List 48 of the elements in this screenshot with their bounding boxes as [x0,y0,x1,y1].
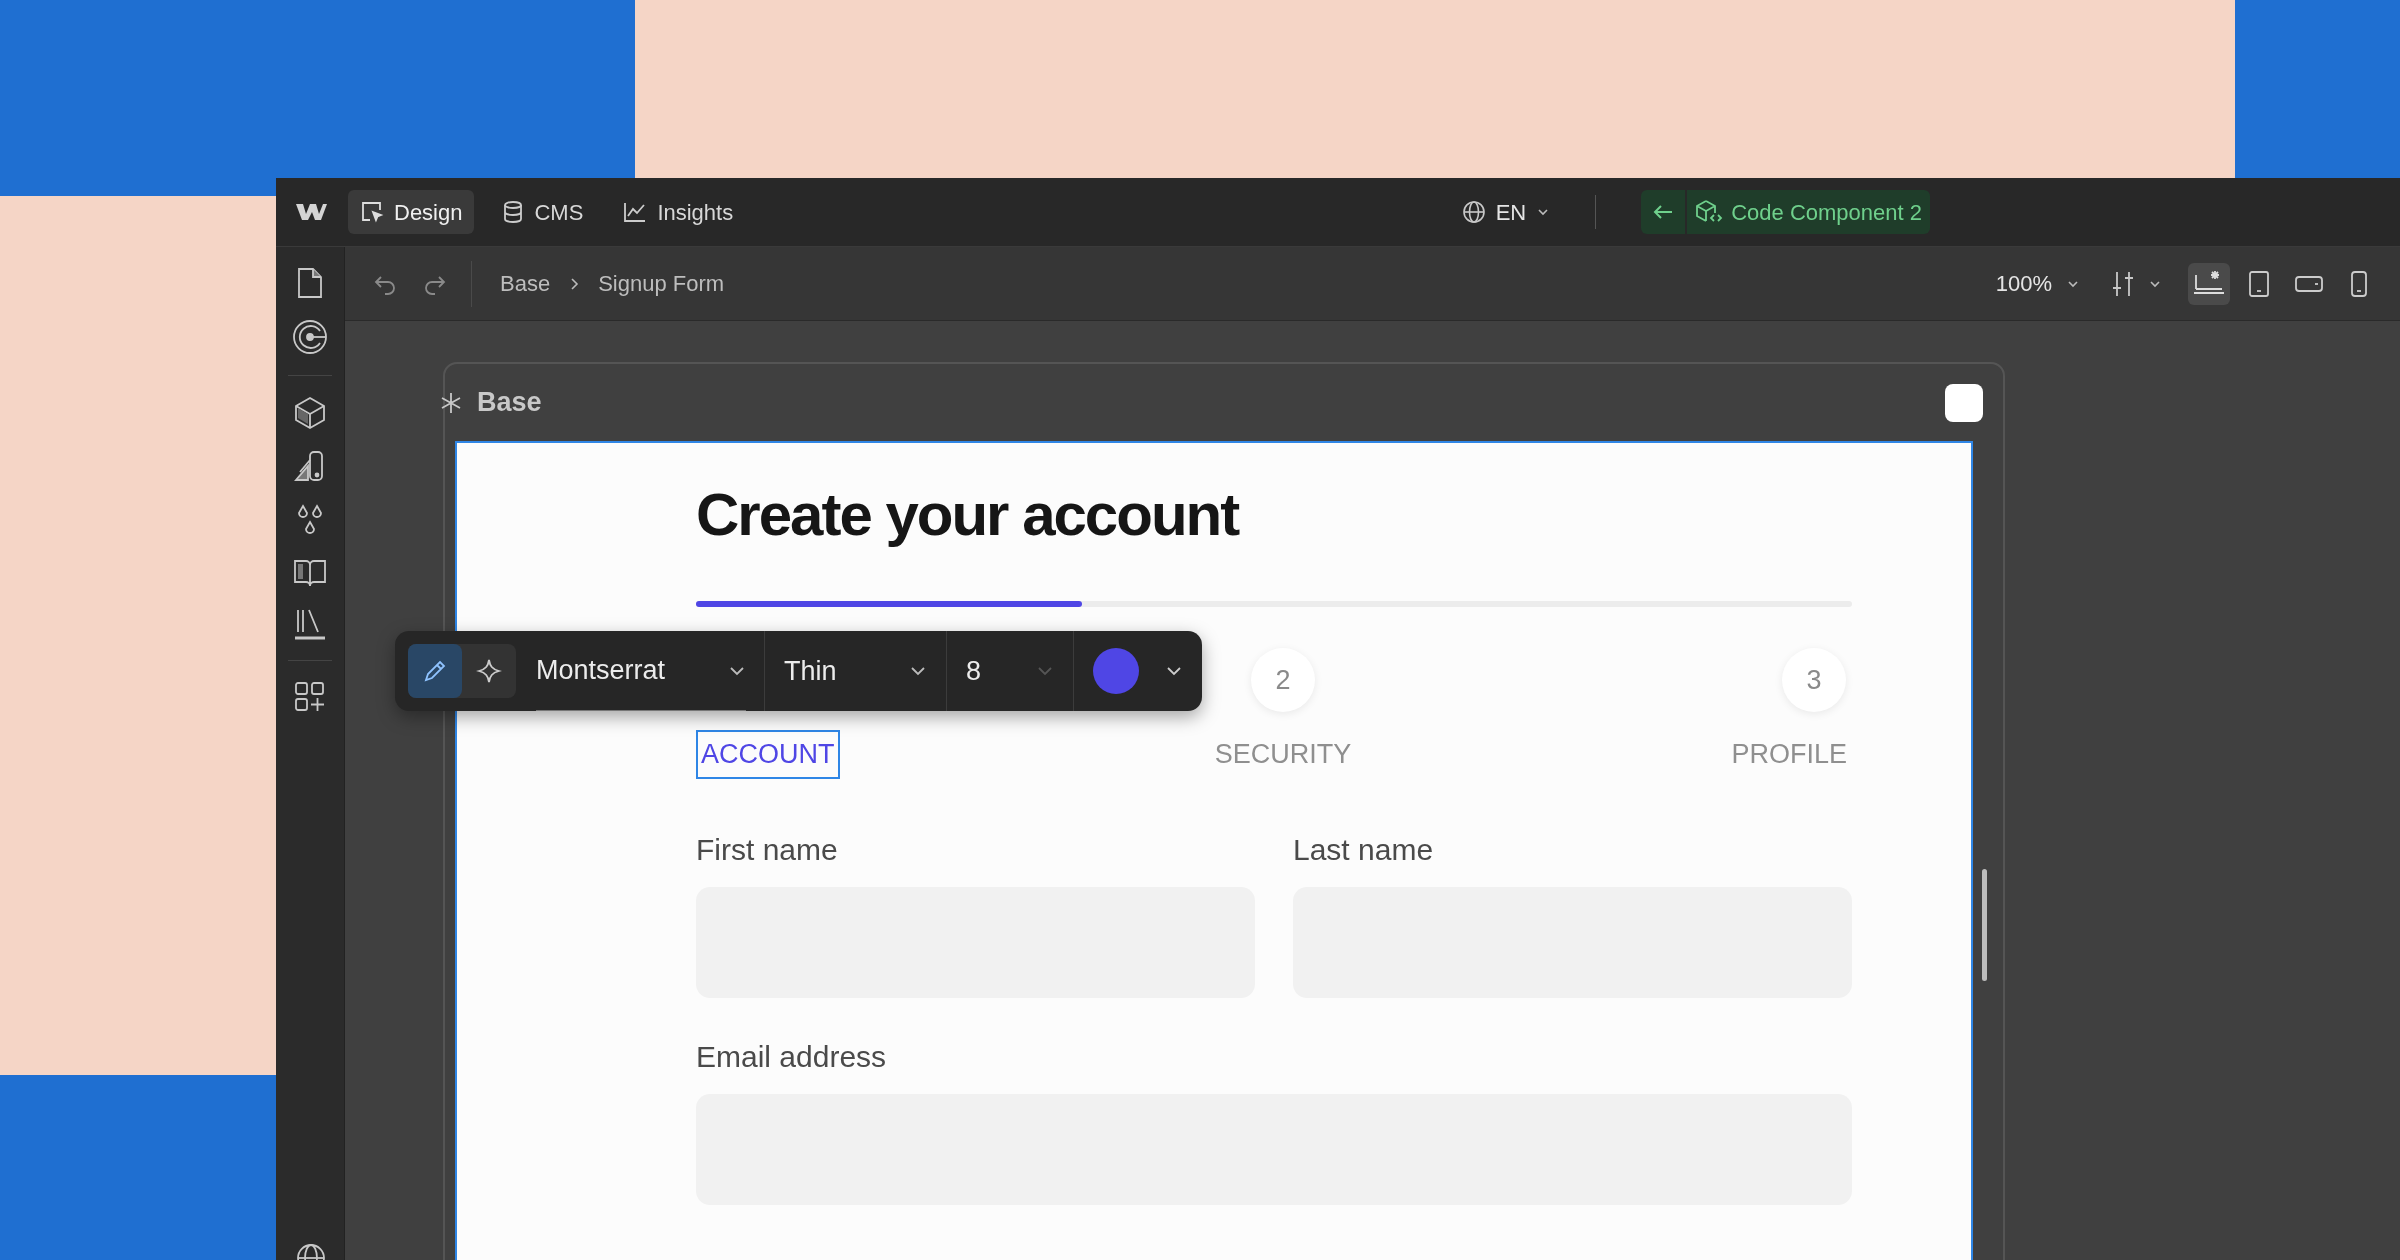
sliders-icon [2110,269,2136,298]
book-icon[interactable] [293,558,327,588]
database-icon [502,200,525,224]
logo-icon[interactable] [294,201,328,223]
asterisk-icon [439,390,463,415]
nav-tab[interactable]: Design [348,190,475,234]
zoom-dropdown[interactable]: 100% [1995,267,2080,300]
field-label: Last name [1293,835,1435,865]
step-number: 3 [1782,648,1846,712]
edit-mode-button[interactable] [408,644,462,698]
component-button[interactable]: Code Component 2 [1687,190,1930,234]
font-dropdown[interactable]: Montserrat [536,631,746,711]
chevron-right-icon [568,276,581,291]
breadcrumb-link[interactable]: Signup Form [598,267,725,300]
nav-tab[interactable]: CMS [490,190,596,234]
library-icon[interactable] [293,608,327,640]
breadcrumb-link[interactable]: Base [500,267,551,300]
cursor-frame-icon [360,200,384,224]
chevron-down-icon[interactable] [1165,664,1183,678]
field-label: First name [696,835,839,865]
desktop-breakpoint-button[interactable] [2188,262,2230,305]
form-heading: Create your account [696,485,1240,545]
step-number: 2 [1251,648,1315,712]
globe-icon [1461,200,1486,224]
weight-dropdown[interactable]: Thin [765,631,946,711]
field-label: Email address [696,1042,888,1072]
frame-label: Base [477,386,542,420]
chevron-down-icon [909,664,927,678]
page-icon[interactable] [297,267,323,299]
color-swatch[interactable] [1093,648,1139,694]
swatch-icon[interactable] [294,450,326,484]
step-label[interactable]: ACCOUNT [696,730,840,779]
size-field[interactable]: 8 [947,631,1073,711]
sparkle-icon [476,658,502,684]
back-button[interactable] [1641,190,1686,234]
frame-toggle[interactable] [1945,383,1983,422]
chevron-down-icon [1036,664,1054,678]
scrollbar[interactable] [1982,869,1987,981]
pencil-icon [422,658,448,684]
sliders-dropdown[interactable] [2110,269,2162,298]
target-icon[interactable] [292,319,328,355]
nav-tab[interactable]: Insights [611,190,746,234]
add-apps-icon[interactable] [294,681,326,713]
cube-icon[interactable] [294,396,326,430]
cube-code-icon [1695,199,1724,225]
line-chart-icon [623,201,648,223]
arrow-left-icon [1652,203,1675,221]
locale-dropdown[interactable]: EN [1461,195,1551,229]
